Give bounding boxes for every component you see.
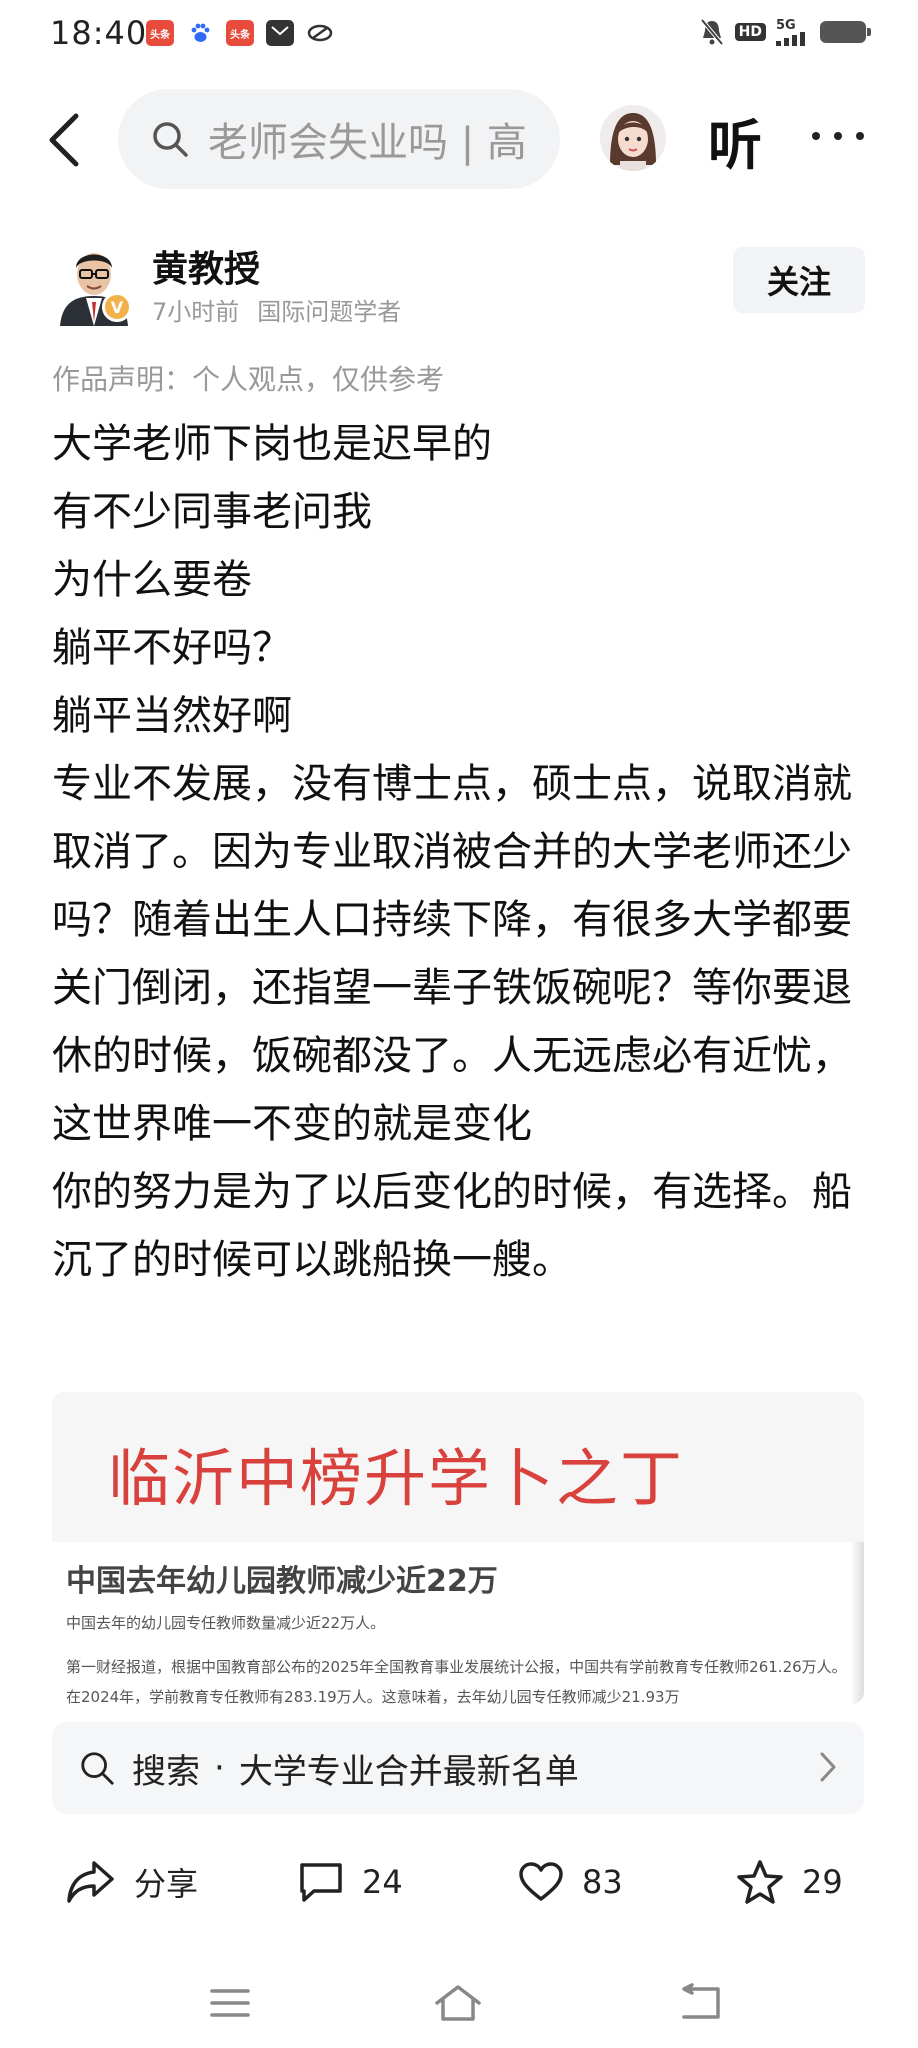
image-headline: 中国去年幼儿园教师减少近22万 (66, 1564, 498, 1599)
follow-button[interactable]: 关注 (733, 247, 865, 313)
status-time: 18:40 (50, 14, 148, 52)
status-bar: 18:40 头条 头条 HD 5G (0, 0, 918, 70)
author-meta: 7小时前 国际问题学者 (152, 292, 401, 327)
comment-button[interactable]: 24 (298, 1856, 403, 1908)
battery-icon (820, 21, 871, 43)
search-icon (81, 1752, 114, 1785)
image-edge (850, 1542, 864, 1704)
more-dot-icon (812, 132, 820, 140)
top-nav: 老师会失业吗 | 高 听 (0, 85, 918, 195)
author-name[interactable]: 黄教授 (152, 240, 260, 292)
system-navigation-bar (0, 1960, 918, 2040)
status-app-icons: 头条 头条 (146, 20, 334, 46)
status-indicators: HD 5G (699, 18, 871, 46)
toutiao-icon-2: 头条 (226, 20, 254, 46)
like-count: 83 (582, 1863, 623, 1901)
mail-icon (266, 20, 294, 46)
content-statement: 作品声明：个人观点，仅供参考 (52, 363, 445, 396)
related-search-separator: · (214, 1748, 225, 1788)
image-subtitle: 中国去年的幼儿园专任教师数量减少近22万人。 (66, 1614, 386, 1632)
article-paragraph: 躺平不好吗？ (52, 625, 292, 671)
image-banner: 临沂中榜升学卜之丁 (52, 1392, 864, 1542)
more-dot-icon (856, 132, 864, 140)
like-button[interactable]: 83 (518, 1856, 623, 1908)
more-dot-icon (834, 132, 842, 140)
signal-indicator: 5G (776, 19, 810, 46)
post-time: 7小时前 (152, 298, 240, 326)
menu-icon (210, 1989, 250, 2017)
image-news-excerpt: 中国去年幼儿园教师减少近22万 中国去年的幼儿园专任教师数量减少近22万人。 第… (52, 1542, 864, 1704)
article-paragraph: 你的努力是为了以后变化的时候，有选择。船沉了的时候可以跳船换一艘。 (52, 1169, 852, 1283)
search-input[interactable]: 老师会失业吗 | 高 (118, 89, 560, 189)
link-icon (306, 20, 334, 46)
search-query: 老师会失业吗 | 高 (208, 120, 527, 166)
mute-bell-icon (700, 18, 724, 46)
user-avatar-button[interactable] (600, 105, 666, 171)
article-paragraph: 大学老师下岗也是迟早的 (52, 421, 492, 467)
menu-button[interactable] (200, 1980, 260, 2026)
avatar-icon (600, 105, 666, 171)
related-search-prefix: 搜索 (132, 1751, 200, 1792)
comment-count: 24 (362, 1863, 403, 1901)
article-paragraph: 躺平当然好啊 (52, 693, 292, 739)
author-row: V 黄教授 7小时前 国际问题学者 关注 (0, 236, 918, 336)
image-body-text: 第一财经报道，根据中国教育部公布的2025年全国教育事业发展统计公报，中国共有学… (66, 1658, 847, 1704)
share-label: 分享 (134, 1865, 199, 1903)
article-image[interactable]: 临沂中榜升学卜之丁 中国去年幼儿园教师减少近22万 中国去年的幼儿园专任教师数量… (52, 1392, 864, 1704)
related-search-text: 大学专业合并最新名单 (238, 1751, 579, 1792)
back-button[interactable] (38, 105, 88, 175)
more-options-button[interactable] (812, 121, 872, 151)
hd-badge: HD (734, 23, 766, 41)
share-button[interactable]: 分享 (66, 1856, 198, 1908)
article-paragraph: 专业不发展，没有博士点，硕士点，说取消就取消了。因为专业取消被合并的大学老师还少… (52, 761, 852, 1147)
star-icon (737, 1860, 783, 1904)
return-icon (682, 1983, 720, 2019)
comment-icon (300, 1863, 342, 1902)
back-nav-button[interactable] (670, 1980, 730, 2026)
article-paragraph: 为什么要卷 (52, 557, 252, 603)
heart-icon (519, 1862, 563, 1901)
back-arrow-icon (49, 113, 79, 167)
toutiao-icon: 头条 (146, 20, 174, 46)
home-icon (435, 1985, 481, 2021)
author-title: 国际问题学者 (257, 298, 402, 326)
search-icon (153, 122, 188, 157)
action-bar: 分享 24 83 29 (0, 1836, 918, 1928)
baidu-icon (186, 20, 214, 46)
verified-badge: V (102, 292, 132, 322)
chevron-right-icon (820, 1752, 836, 1782)
related-search-bar[interactable]: 搜索 · 大学专业合并最新名单 (52, 1722, 864, 1814)
image-red-caption: 临沂中榜升学卜之丁 (108, 1442, 685, 1515)
favorite-count: 29 (802, 1863, 843, 1901)
article-body: 大学老师下岗也是迟早的 有不少同事老问我 为什么要卷 躺平不好吗？ 躺平当然好啊… (52, 410, 852, 1294)
article-paragraph: 有不少同事老问我 (52, 489, 372, 535)
share-icon (67, 1861, 114, 1903)
favorite-button[interactable]: 29 (736, 1856, 843, 1908)
listen-button[interactable]: 听 (708, 101, 762, 180)
home-button[interactable] (428, 1980, 488, 2026)
